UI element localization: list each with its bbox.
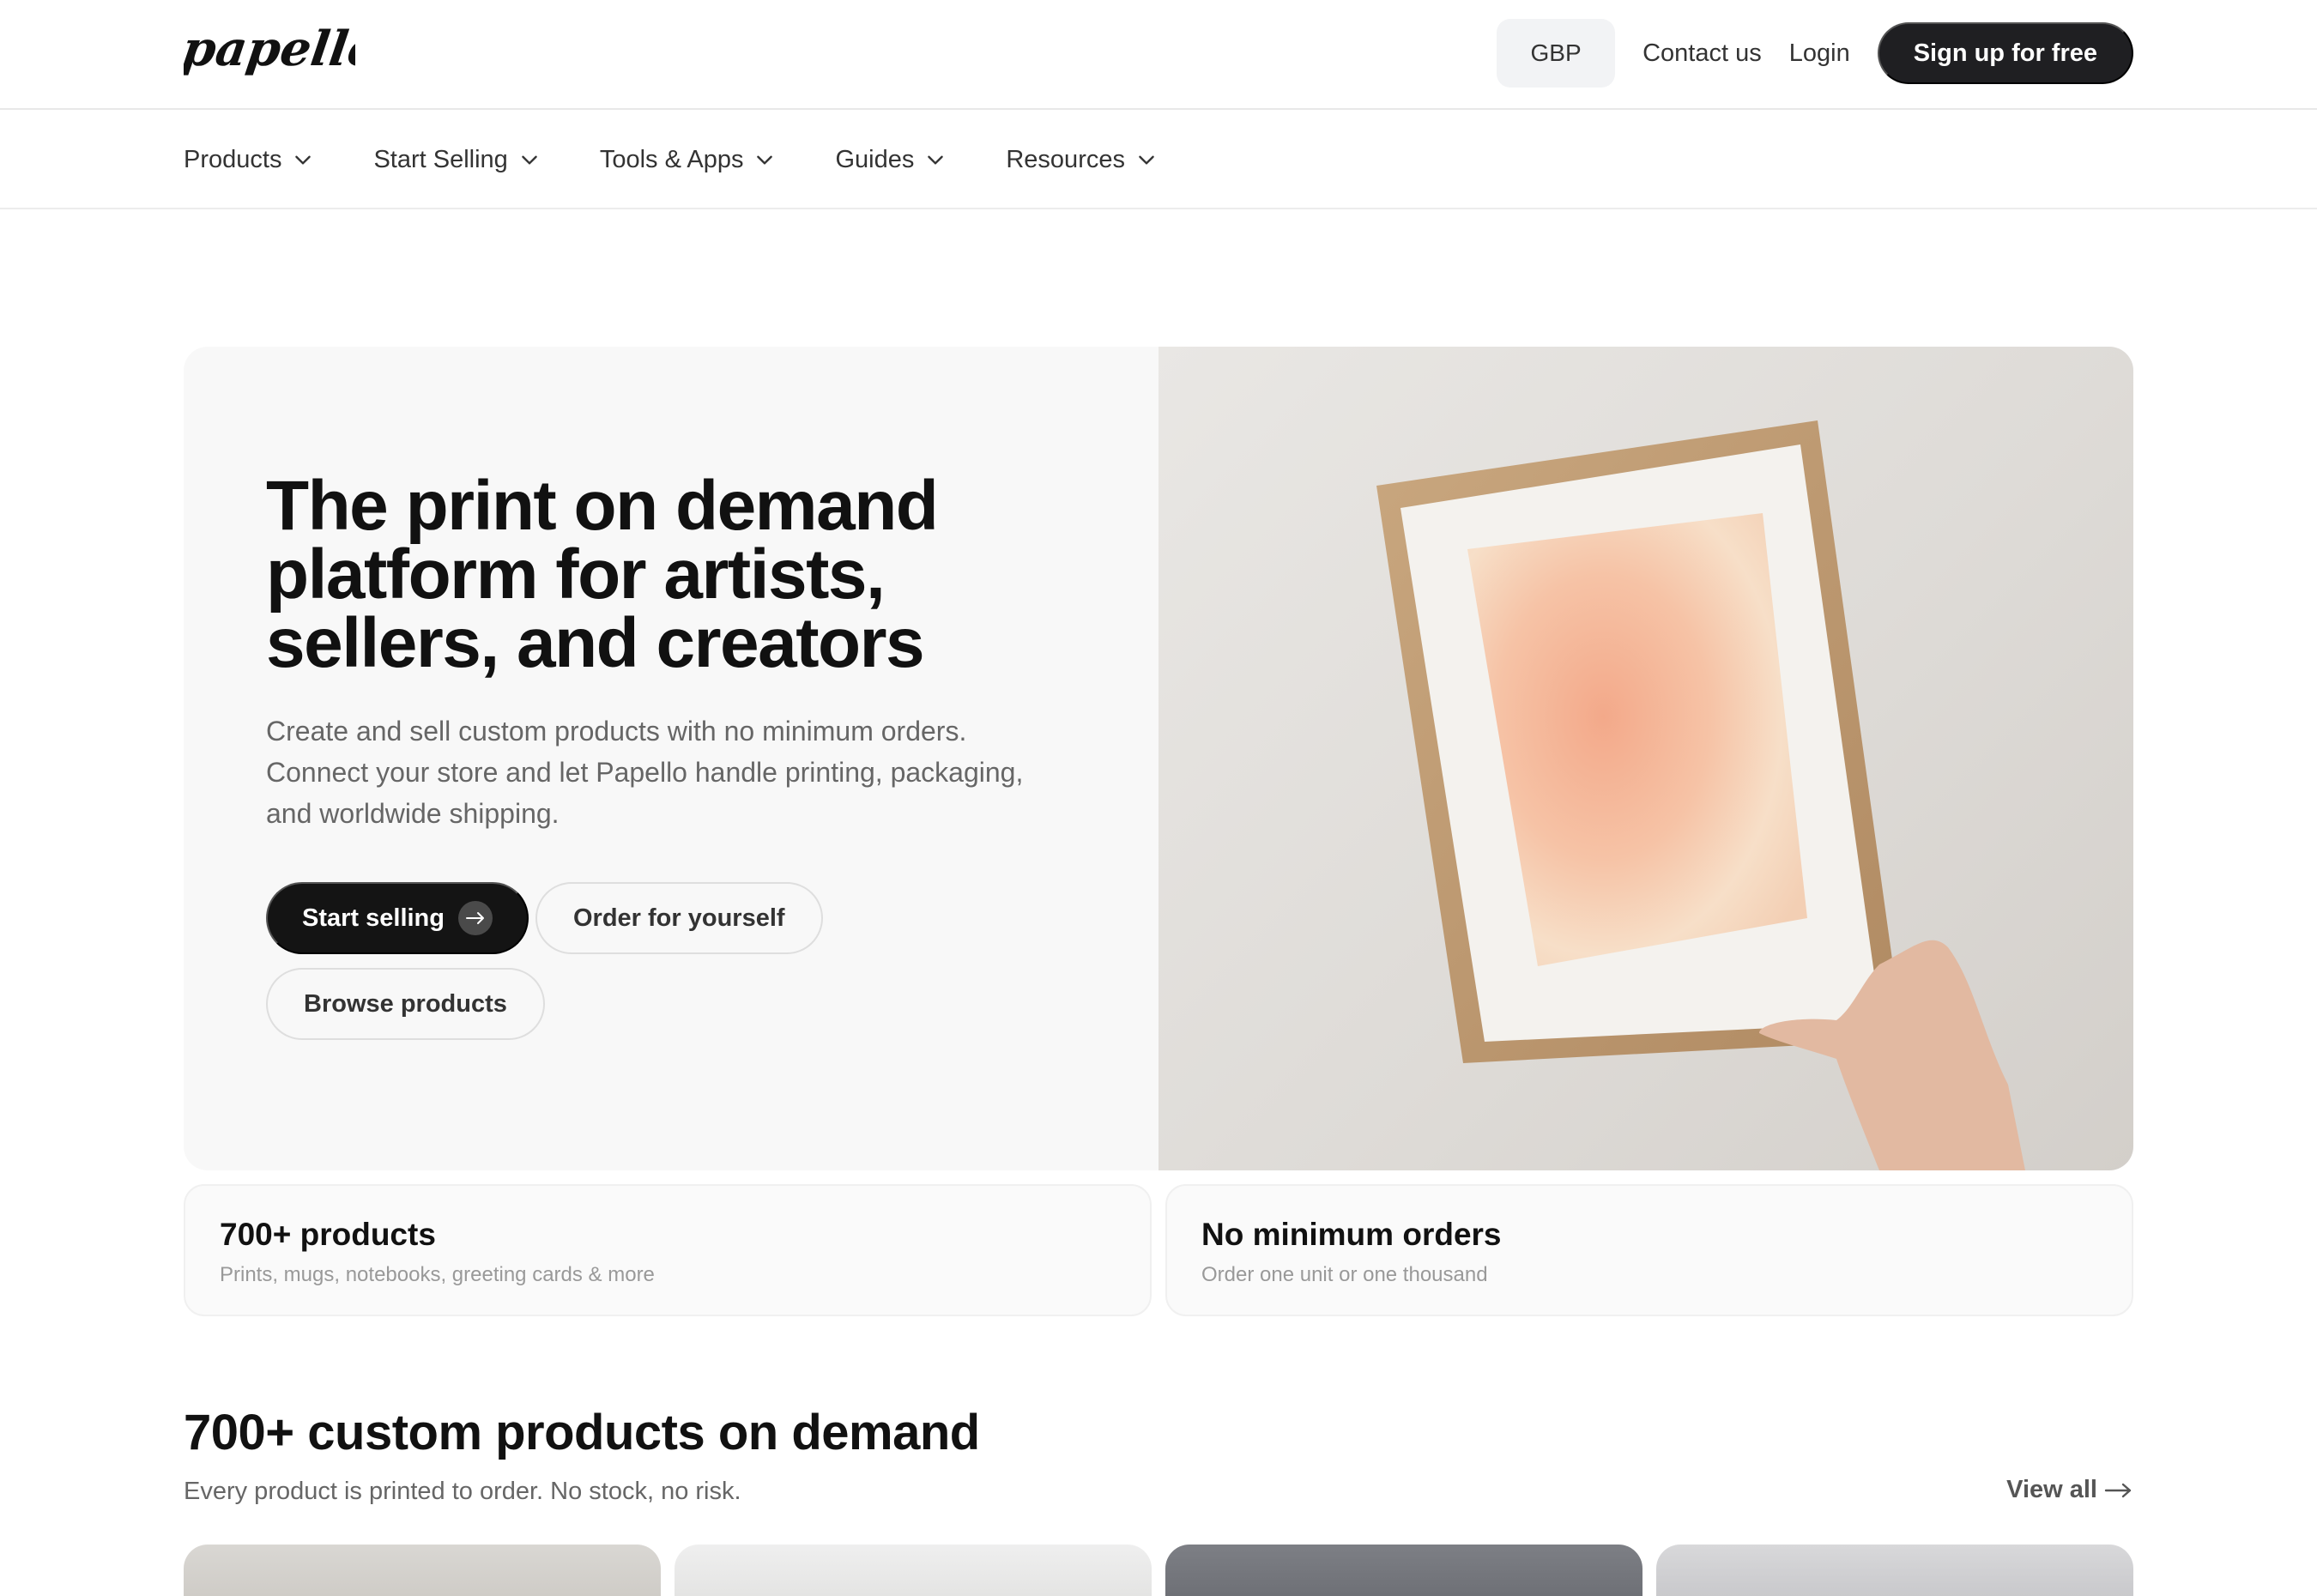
chevron-down-icon [295, 155, 312, 165]
contact-us-link[interactable]: Contact us [1642, 39, 1762, 68]
browse-products-button[interactable]: Browse products [266, 968, 545, 1040]
product-card[interactable] [1656, 1545, 2133, 1596]
start-selling-label: Start selling [302, 904, 445, 932]
start-selling-button[interactable]: Start selling [266, 882, 529, 954]
nav-item-guides[interactable]: Guides [835, 146, 947, 174]
feature-title: No minimum orders [1201, 1217, 1502, 1252]
view-all-label: View all [2006, 1476, 2097, 1503]
chevron-down-icon [522, 155, 537, 165]
nav-item-label: Start Selling [373, 145, 508, 173]
papello-logo[interactable]: papello [178, 15, 384, 93]
products-section-title: 700+ custom products on demand [184, 1405, 980, 1460]
arrow-right-icon [458, 901, 493, 935]
nav-item-label: Products [184, 145, 282, 173]
hero-section: The print on demand platform for artists… [184, 347, 2133, 1170]
feature-card-products: 700+ products Prints, mugs, notebooks, g… [184, 1184, 1152, 1316]
nav-item-resources[interactable]: Resources [1006, 146, 1158, 174]
feature-subtitle: Prints, mugs, notebooks, greeting cards … [220, 1263, 655, 1286]
nav-item-start-selling[interactable]: Start Selling [373, 146, 540, 174]
signup-button[interactable]: Sign up for free [1877, 22, 2133, 84]
framed-print-illustration [1376, 420, 2025, 1170]
chevron-down-icon [757, 155, 773, 165]
order-for-yourself-button[interactable]: Order for yourself [535, 882, 823, 954]
svg-text:papello: papello [184, 21, 355, 77]
arrow-right-icon [2104, 1483, 2132, 1497]
nav-item-label: Resources [1006, 145, 1125, 173]
nav-item-tools-apps[interactable]: Tools & Apps [600, 146, 777, 174]
hero-title: The print on demand platform for artists… [266, 467, 939, 682]
feature-title: 700+ products [220, 1217, 436, 1252]
top-header: papello GBP Contact us Login Sign up for… [0, 0, 2317, 110]
view-all-link[interactable]: View all [2006, 1476, 2133, 1504]
product-card[interactable] [184, 1545, 661, 1596]
chevron-down-icon [928, 155, 944, 165]
nav-item-products[interactable]: Products [184, 146, 314, 174]
nav-item-label: Guides [835, 145, 915, 173]
feature-card-no-minimum: No minimum orders Order one unit or one … [1165, 1184, 2133, 1316]
chevron-down-icon [1139, 155, 1154, 165]
currency-selector[interactable]: GBP [1497, 19, 1616, 88]
login-link[interactable]: Login [1789, 39, 1850, 68]
hero-subtitle: Create and sell custom products with no … [266, 716, 1024, 829]
nav-item-label: Tools & Apps [599, 145, 744, 173]
product-card[interactable] [675, 1545, 1152, 1596]
hero-content: The print on demand platform for artists… [184, 347, 1158, 1170]
product-card[interactable] [1165, 1545, 1642, 1596]
main-nav: Products Start Selling Tools & Apps Guid… [0, 110, 2317, 209]
hero-image [1158, 347, 2133, 1170]
products-section-subtitle: Every product is printed to order. No st… [184, 1478, 741, 1505]
header-actions: GBP Contact us Login Sign up for free [1497, 19, 2133, 88]
feature-subtitle: Order one unit or one thousand [1201, 1263, 1488, 1286]
